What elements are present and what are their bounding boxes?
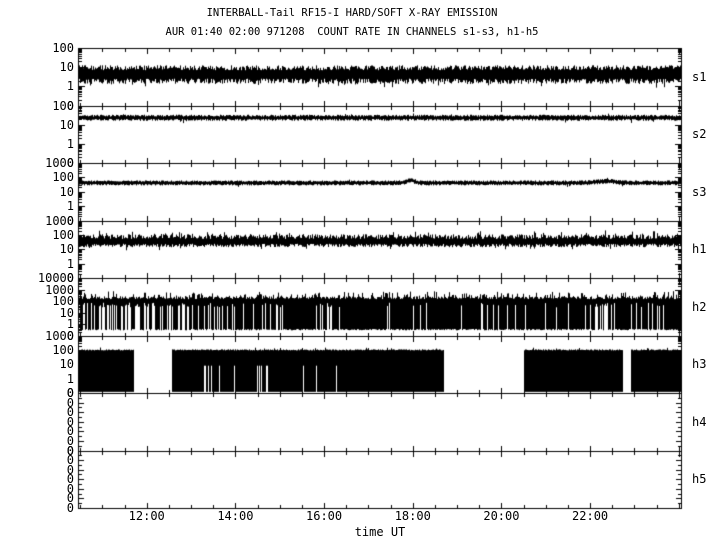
y-tick-label: 1: [28, 258, 74, 270]
panel-label: s1: [692, 71, 706, 83]
panel-label: h1: [692, 243, 706, 255]
y-tick-label: 1: [28, 373, 74, 385]
y-tick-label: 10: [28, 119, 74, 131]
x-axis-title: time UT: [355, 526, 406, 539]
xray-emission-plot-page: INTERBALL-Tail RF15-I HARD/SOFT X-RAY EM…: [0, 0, 720, 550]
y-tick-label: 100: [28, 344, 74, 356]
y-tick-label: 1000: [28, 215, 74, 227]
panel-label: s2: [692, 128, 706, 140]
y-tick-label: 100: [28, 42, 74, 54]
y-tick-label: 10: [28, 186, 74, 198]
y-tick-label: 1000: [28, 330, 74, 342]
y-tick-label: 10: [28, 243, 74, 255]
y-tick-label: 1000: [28, 157, 74, 169]
panel-label: h3: [692, 358, 706, 370]
x-tick-label: 20:00: [471, 510, 531, 523]
x-tick-label: 16:00: [294, 510, 354, 523]
panel-label: h2: [692, 301, 706, 313]
y-tick-label: 10: [28, 61, 74, 73]
x-tick-label: 18:00: [383, 510, 443, 523]
y-tick-label: 100: [28, 229, 74, 241]
y-tick-label: 1: [28, 200, 74, 212]
y-tick-label: 100: [28, 100, 74, 112]
y-tick-label: 1: [28, 138, 74, 150]
panel-label: h4: [692, 416, 706, 428]
y-tick-label: 1: [28, 80, 74, 92]
x-tick-label: 12:00: [117, 510, 177, 523]
y-tick-label: 100: [28, 171, 74, 183]
panel-label: s3: [692, 186, 706, 198]
y-tick-label: 10: [28, 358, 74, 370]
y-tick-label: 0: [28, 502, 74, 514]
plot-canvas: [0, 0, 720, 550]
x-tick-label: 14:00: [205, 510, 265, 523]
x-tick-label: 22:00: [560, 510, 620, 523]
panel-label: h5: [692, 473, 706, 485]
